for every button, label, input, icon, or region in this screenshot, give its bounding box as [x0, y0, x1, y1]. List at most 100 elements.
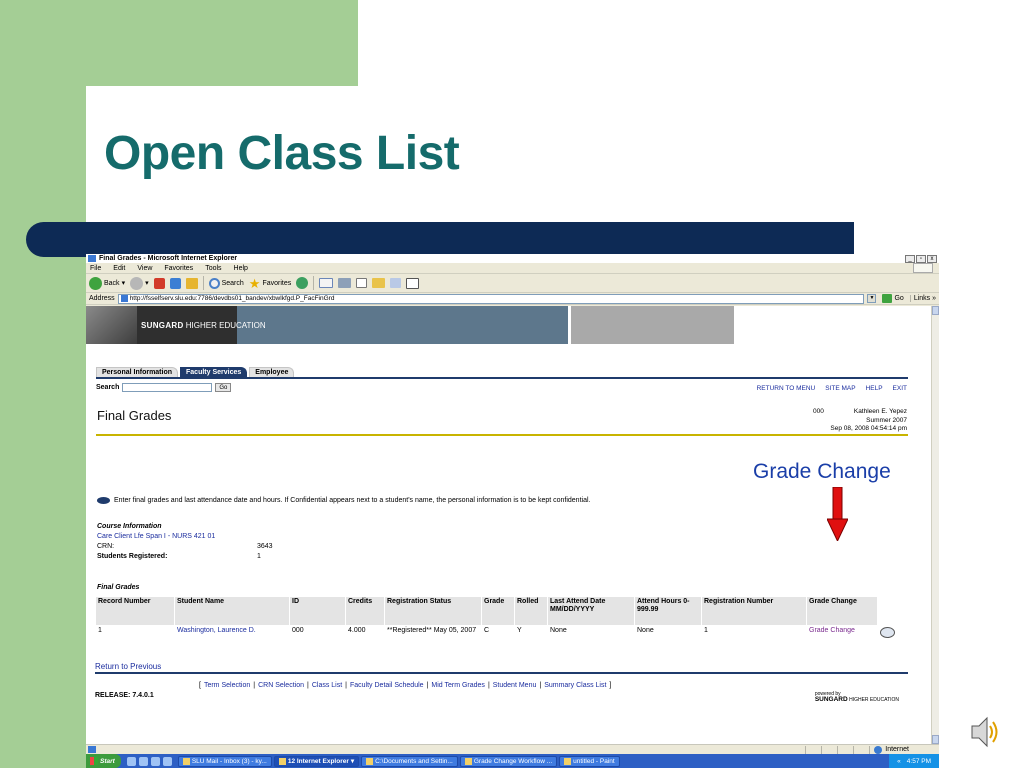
banner-brand-rest: HIGHER EDUCATION — [185, 321, 266, 330]
back-dropdown-icon[interactable]: ▾ — [122, 279, 126, 287]
folder-icon[interactable] — [372, 278, 386, 288]
mail-icon[interactable] — [319, 278, 334, 288]
back-button[interactable]: Back ▾ — [89, 276, 126, 290]
tab-personal-information[interactable]: Personal Information — [96, 367, 179, 377]
scroll-up-button[interactable] — [932, 306, 939, 315]
divider: | — [487, 682, 490, 689]
search-input[interactable] — [122, 383, 213, 392]
search-go-button[interactable]: Go — [215, 383, 232, 392]
return-to-previous-link[interactable]: Return to Previous — [95, 662, 161, 671]
col-attend-hours: Attend Hours 0-999.99 — [635, 597, 701, 625]
maximize-button[interactable]: ▫ — [916, 254, 926, 263]
home-icon[interactable] — [185, 277, 198, 289]
address-input[interactable]: http://fsselfserv.slu.edu:7786/devdbs01_… — [117, 293, 865, 304]
email-envelope-icon[interactable] — [880, 627, 895, 638]
course-link[interactable]: Care Client Lfe Span I - NURS 421 01 — [97, 532, 273, 542]
menu-favorites[interactable]: Favorites — [164, 265, 193, 272]
links-button[interactable]: Links » — [909, 295, 939, 302]
cell-registration-status: **Registered** May 05, 2007 — [387, 627, 477, 634]
quick-launch-ie-icon[interactable] — [126, 756, 136, 766]
col-last-attend-date: Last Attend Date MM/DD/YYYY — [548, 597, 634, 625]
media-icon[interactable] — [296, 277, 309, 289]
divider: | — [539, 682, 542, 689]
task-internet-explorer[interactable]: 12 Internet Explorer ▾ — [273, 755, 360, 767]
datetime: Sep 08, 2008 04:54:14 pm — [830, 425, 907, 432]
start-button[interactable]: Start — [86, 754, 121, 768]
user-name: Kathleen E. Yepez — [853, 408, 907, 415]
slide-left-band — [0, 0, 86, 768]
speaker-icon[interactable] — [970, 714, 1000, 750]
status-cell — [821, 745, 837, 754]
campus-photo — [86, 306, 137, 344]
forward-dropdown-icon[interactable]: ▾ — [145, 279, 149, 287]
quick-launch-desktop-icon[interactable] — [138, 756, 148, 766]
task-grade-change-workflow[interactable]: Grade Change Workflow ... — [459, 755, 558, 767]
security-zone: Internet — [869, 745, 939, 754]
print-icon[interactable] — [338, 278, 352, 288]
tray-expand-button[interactable]: « — [897, 758, 901, 765]
quick-launch-media-icon[interactable] — [162, 756, 172, 766]
bracket-open: [ — [199, 682, 201, 689]
address-dropdown-icon[interactable]: ▼ — [867, 294, 877, 303]
back-arrow-icon — [89, 276, 102, 290]
status-bar: Internet — [86, 744, 939, 754]
vertical-scrollbar[interactable] — [931, 306, 939, 744]
minimize-button[interactable]: _ — [905, 254, 915, 263]
footer-link-crn-selection[interactable]: CRN Selection — [258, 682, 304, 689]
tab-faculty-services[interactable]: Faculty Services — [180, 367, 248, 377]
footer-link-class-list[interactable]: Class List — [312, 682, 342, 689]
ie-window: Final Grades - Microsoft Internet Explor… — [86, 254, 939, 768]
windows-flag-icon — [90, 757, 98, 765]
tab-employee[interactable]: Employee — [249, 367, 295, 377]
status-cell — [837, 745, 853, 754]
toolbar: Back ▾ ▾ Search ★ Favorites — [86, 274, 939, 293]
cell-grade: C — [484, 627, 490, 634]
stop-icon[interactable] — [153, 277, 165, 289]
menu-tools[interactable]: Tools — [205, 265, 221, 272]
footer-link-mid-term-grades[interactable]: Mid Term Grades — [431, 682, 485, 689]
site-map-link[interactable]: SITE MAP — [825, 385, 855, 392]
exit-link[interactable]: EXIT — [893, 385, 907, 392]
final-grades-title: Final Grades — [97, 584, 140, 591]
students-registered-value: 1 — [257, 553, 261, 560]
grade-change-link[interactable]: Grade Change — [807, 626, 877, 642]
menu-help[interactable]: Help — [234, 265, 248, 272]
footer-link-faculty-detail-schedule[interactable]: Faculty Detail Schedule — [350, 682, 424, 689]
help-link[interactable]: HELP — [866, 385, 883, 392]
return-to-menu-link[interactable]: RETURN TO MENU — [757, 385, 816, 392]
go-label: Go — [894, 295, 904, 302]
scroll-down-button[interactable] — [932, 735, 939, 744]
go-button[interactable]: Go — [879, 294, 906, 303]
window-titlebar: Final Grades - Microsoft Internet Explor… — [86, 254, 939, 263]
edit-icon[interactable] — [356, 278, 368, 288]
student-name-link[interactable]: Washington, Laurence D. — [175, 626, 289, 642]
page-status-icon — [88, 746, 96, 753]
task-slu-mail[interactable]: SLU Mail - Inbox (3) - ky... — [177, 755, 272, 767]
favorites-button[interactable]: ★ Favorites — [249, 277, 291, 290]
footer-link-term-selection[interactable]: Term Selection — [204, 682, 250, 689]
forward-button[interactable]: ▾ — [130, 276, 149, 290]
powered-brand: SUNGARD — [814, 696, 848, 703]
address-url: http://fsselfserv.slu.edu:7786/devdbs01_… — [129, 295, 335, 302]
crn-label: CRN: — [97, 543, 115, 550]
slide-title: Open Class List — [104, 127, 460, 180]
col-id: ID — [290, 597, 345, 625]
cell-record: 1 — [98, 627, 102, 634]
footer-link-student-menu[interactable]: Student Menu — [493, 682, 537, 689]
grade-change-annotation: Grade Change — [753, 460, 891, 483]
messenger-icon[interactable] — [390, 278, 402, 288]
divider: | — [307, 682, 309, 689]
footer-link-summary-class-list[interactable]: Summary Class List — [544, 682, 606, 689]
menu-file[interactable]: File — [90, 265, 101, 272]
menu-view[interactable]: View — [137, 265, 152, 272]
menu-edit[interactable]: Edit — [113, 265, 125, 272]
task-documents-folder[interactable]: C:\Documents and Settin... — [361, 755, 458, 767]
refresh-icon[interactable] — [169, 277, 181, 289]
window-icon[interactable] — [406, 277, 420, 289]
quick-launch-outlook-icon[interactable] — [150, 756, 160, 766]
ie-app-icon — [278, 757, 286, 765]
close-button[interactable]: x — [927, 254, 937, 263]
clock: 4:57 PM — [906, 757, 931, 765]
search-button[interactable]: Search — [208, 277, 244, 289]
task-paint[interactable]: untitled - Paint — [559, 755, 620, 767]
